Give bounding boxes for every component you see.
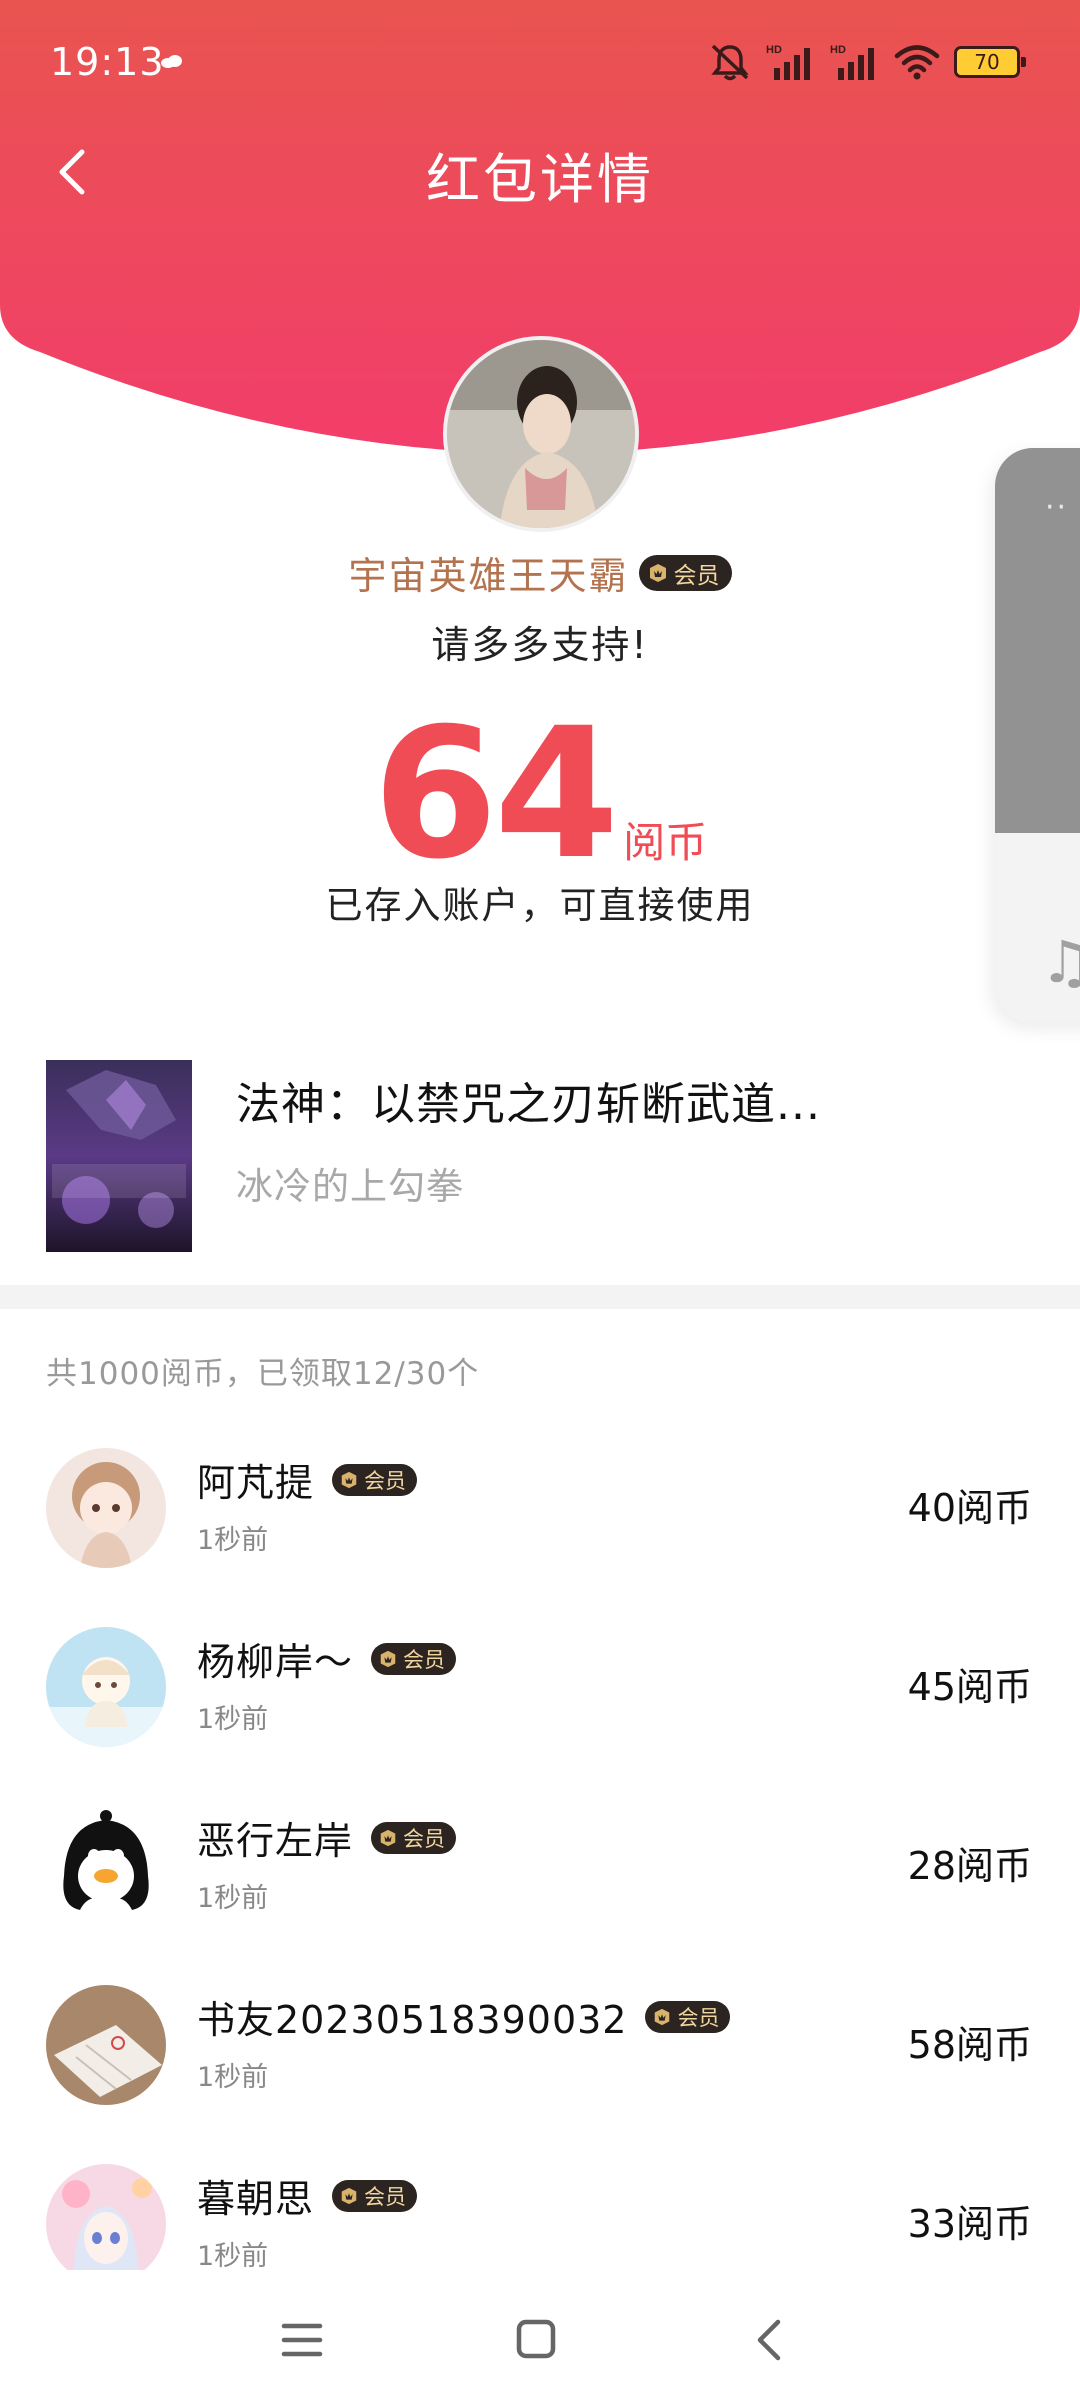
battery-level: 70 [974, 50, 1000, 74]
list-item[interactable]: 恶行左岸 会员 1秒前 28阅币 [0, 1788, 1080, 1968]
book-author: 冰冷的上勾拳 [236, 1165, 464, 1208]
recipient-name: 书友20230518390032 [197, 1998, 628, 2042]
recipient-time: 1秒前 [197, 1883, 269, 1914]
battery-icon: 70 [954, 46, 1026, 78]
list-item[interactable]: 杨柳岸～ 会员 1秒前 45阅币 [0, 1609, 1080, 1789]
vip-crown-icon [655, 2008, 670, 2025]
avatar[interactable] [46, 1448, 166, 1568]
recipient-amount: 28阅币 [907, 1844, 1032, 1888]
vip-badge: 会员 [332, 2179, 418, 2212]
row-name-line: 书友20230518390032 会员 [197, 1989, 731, 2044]
vip-badge: 会员 [371, 1821, 457, 1854]
back-chevron-icon[interactable] [740, 2310, 800, 2370]
status-icons: HD HD 70 [708, 40, 1026, 84]
vip-badge-label: 会员 [364, 1468, 407, 1493]
list-item[interactable]: 暮朝思 会员 1秒前 33阅币 [0, 2146, 1080, 2270]
section-divider [0, 1285, 1080, 1309]
blessing-message: 请多多支持! [431, 623, 649, 667]
row-name-line: 恶行左岸 会员 [197, 1810, 457, 1865]
list-item[interactable]: 书友20230518390032 会员 1秒前 58阅币 [0, 1967, 1080, 2147]
recipient-name: 杨柳岸～ [197, 1640, 354, 1684]
amount-value: 64 [372, 690, 619, 899]
recipient-name: 暮朝思 [197, 2177, 315, 2221]
sender-avatar[interactable] [443, 336, 639, 532]
sender-row: 宇宙英雄王天霸 会员 [0, 545, 1080, 600]
system-nav-bar [0, 2270, 1080, 2400]
music-note-icon[interactable]: ♫ [1040, 928, 1080, 996]
vip-badge: 会员 [332, 1463, 418, 1496]
menu-icon[interactable] [272, 2310, 332, 2370]
vip-badge: 会员 [371, 1642, 457, 1675]
recipient-list[interactable]: 阿芃提 会员 1秒前 40阅币 杨柳岸～ 会员 1秒前 45阅币 恶行左岸 会员… [0, 1430, 1080, 2270]
amount-row: 64 阅币 [0, 690, 1080, 899]
recipient-amount: 58阅币 [907, 2023, 1032, 2067]
more-dots-icon[interactable]: ·· [1045, 490, 1068, 525]
recipient-time: 1秒前 [197, 2062, 269, 2093]
page-title: 红包详情 [426, 148, 654, 211]
amount-unit: 阅币 [623, 818, 708, 867]
status-bar: 19:13 HD HD 70 [0, 0, 1080, 124]
signal-hd-icon: HD [830, 44, 874, 80]
avatar[interactable] [46, 1627, 166, 1747]
signal-hd-icon: HD [766, 44, 810, 80]
vip-crown-icon [380, 1650, 396, 1667]
claim-summary: 共1000阅币，已领取12/30个 [46, 1356, 480, 1392]
sender-name: 宇宙英雄王天霸 [348, 554, 629, 598]
recipient-time: 1秒前 [197, 1704, 269, 1735]
vip-badge-label: 会员 [403, 1826, 446, 1851]
vip-badge-label: 会员 [364, 2184, 407, 2209]
vip-crown-icon [341, 1471, 357, 1488]
avatar[interactable] [46, 1985, 166, 2105]
avatar[interactable] [46, 2164, 166, 2270]
recipient-amount: 33阅币 [907, 2202, 1032, 2246]
vip-badge: 会员 [645, 2000, 731, 2033]
book-cover[interactable] [46, 1060, 192, 1252]
vip-badge: 会员 [638, 554, 732, 591]
recipient-amount: 45阅币 [907, 1665, 1032, 1709]
floating-player-widget[interactable]: ·· ♫ [995, 448, 1080, 1023]
vip-crown-icon [341, 2187, 357, 2204]
row-name-line: 暮朝思 会员 [197, 2168, 418, 2223]
amount-hint: 已存入账户，可直接使用 [325, 884, 755, 927]
row-name-line: 杨柳岸～ 会员 [197, 1631, 457, 1686]
recipient-time: 1秒前 [197, 1525, 269, 1556]
recipient-time: 1秒前 [197, 2241, 269, 2270]
vip-crown-icon [380, 1829, 396, 1846]
notification-cloud-icon [161, 55, 182, 68]
status-time: 19:13 [50, 40, 165, 84]
recipient-name: 恶行左岸 [197, 1819, 354, 1863]
book-card[interactable]: 法神：以禁咒之刃斩断武道... 冰冷的上勾拳 [46, 1060, 1006, 1252]
svg-text:HD: HD [766, 44, 782, 56]
vip-badge-label: 会员 [677, 2005, 720, 2030]
vip-badge-label: 会员 [673, 562, 720, 589]
svg-text:HD: HD [830, 44, 846, 56]
vip-crown-icon [649, 563, 666, 582]
row-name-line: 阿芃提 会员 [197, 1452, 418, 1507]
avatar[interactable] [46, 1806, 166, 1926]
vip-badge-label: 会员 [403, 1647, 446, 1672]
recipient-name: 阿芃提 [197, 1461, 315, 1505]
recipient-amount: 40阅币 [907, 1486, 1032, 1530]
book-title[interactable]: 法神：以禁咒之刃斩断武道... [236, 1068, 821, 1132]
mute-icon [711, 44, 749, 81]
wifi-icon [894, 45, 940, 80]
list-item[interactable]: 阿芃提 会员 1秒前 40阅币 [0, 1430, 1080, 1610]
home-square-icon[interactable] [506, 2310, 566, 2370]
